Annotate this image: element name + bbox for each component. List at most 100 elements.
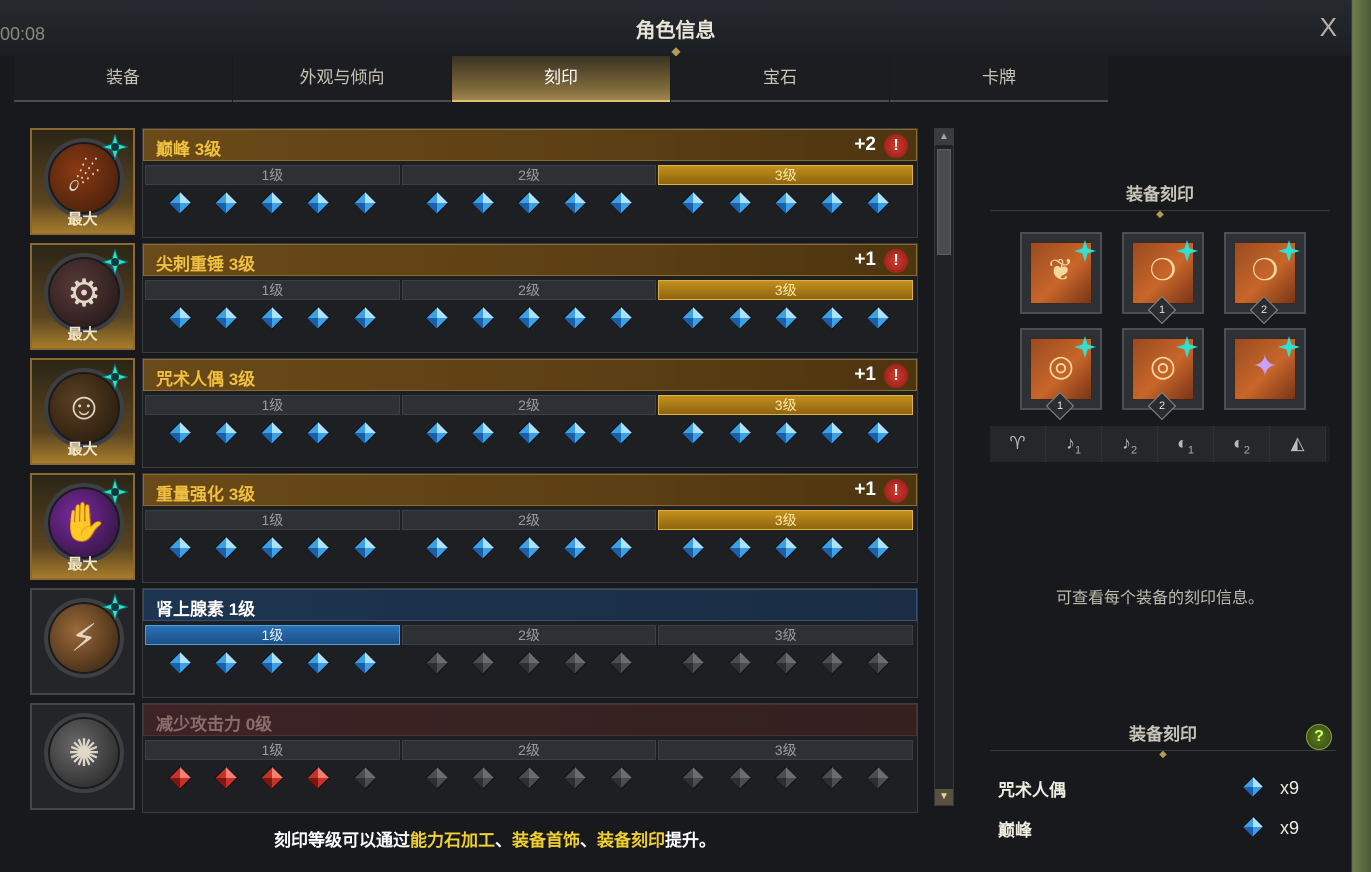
engraving-row[interactable]: ☄ 最大 巅峰 3级 +2! 1级 2级 3级 (30, 128, 918, 243)
tier-label: 2级 (401, 395, 657, 415)
blue-gem-icon (820, 421, 844, 445)
equipment-slot[interactable]: ◎ 1 (1020, 328, 1102, 421)
ring-filter-icon[interactable]: ◐2 (1214, 426, 1270, 462)
blue-gem-icon (681, 191, 706, 215)
engraving-tier: 2级 (401, 740, 657, 810)
blue-gem-icon (260, 651, 285, 675)
blue-gem-icon (517, 306, 541, 330)
tab-equipment[interactable]: 装备 (14, 56, 232, 102)
engraving-tiers: 1级 2级 3级 (145, 395, 915, 465)
empty-gem-icon (820, 766, 844, 790)
blue-gem-icon (471, 421, 495, 445)
engraving-tier: 3级 (658, 280, 914, 350)
blue-gem-icon (260, 191, 285, 215)
engraving-body: 咒术人偶 3级 +1! 1级 2级 3级 (142, 358, 918, 468)
attack-reduction-icon: ✺ (44, 713, 124, 793)
necklace-filter-icon[interactable]: ♈ (990, 426, 1046, 462)
blue-gem-icon (260, 421, 285, 445)
tier-gems (145, 185, 400, 215)
engraving-row[interactable]: ✋ 最大 重量强化 3级 +1! 1级 2级 3级 (30, 473, 918, 588)
tier-gems (145, 530, 400, 560)
engraving-name: 重量强化 3级 (156, 485, 256, 504)
blue-gem-icon (260, 306, 285, 330)
engraving-star-icon (1278, 336, 1300, 358)
ring-filter-icon[interactable]: ◐1 (1158, 426, 1214, 462)
tab-engraving[interactable]: 刻印 (452, 56, 670, 102)
equipment-slot[interactable]: ❦ (1020, 232, 1102, 314)
engraving-star-icon (102, 594, 128, 620)
engraving-row[interactable]: ✺ 减少攻击力 0级 1级 2级 3级 (30, 703, 918, 818)
blue-gem-icon (214, 191, 238, 215)
engraving-tier: 2级 (401, 280, 657, 350)
max-badge: 最大 (67, 211, 98, 228)
alert-icon[interactable]: ! (884, 479, 908, 503)
blue-gem-icon (306, 536, 331, 560)
engraving-row[interactable]: ☺ 最大 咒术人偶 3级 +1! 1级 2级 3级 (30, 358, 918, 473)
blue-gem-icon (471, 306, 495, 330)
tier-label: 2级 (401, 280, 657, 300)
tab-appearance[interactable]: 外观与倾向 (233, 56, 451, 102)
tab-gems[interactable]: 宝石 (671, 56, 889, 102)
engraving-row[interactable]: ⚙ 最大 尖刺重锤 3级 +1! 1级 2级 3级 (30, 243, 918, 358)
scroll-down-button[interactable]: ▼ (935, 789, 953, 805)
blue-gem-icon (260, 536, 285, 560)
engraving-row[interactable]: ⚡ 肾上腺素 1级 1级 2级 3级 (30, 588, 918, 703)
blue-gem-icon (773, 306, 798, 330)
earring-filter-icon[interactable]: ♪1 (1046, 426, 1102, 462)
engraving-bonus: +1 (854, 364, 876, 385)
blue-gem-icon (214, 651, 238, 675)
blue-gem-icon (168, 421, 192, 445)
empty-gem-icon (727, 766, 752, 790)
footer-sep: 、 (580, 831, 597, 850)
blue-gem-icon (306, 651, 331, 675)
engraving-star-icon (102, 249, 128, 275)
scroll-up-button[interactable]: ▲ (935, 129, 953, 145)
earring-filter-icon[interactable]: ♪2 (1102, 426, 1158, 462)
alert-icon[interactable]: ! (884, 249, 908, 273)
engraving-name: 尖刺重锤 3级 (156, 255, 256, 274)
blue-gem-icon (214, 536, 238, 560)
equipment-slot[interactable]: ❍ 1 (1122, 232, 1204, 325)
tab-cards[interactable]: 卡牌 (890, 56, 1108, 102)
alert-icon[interactable]: ! (884, 134, 908, 158)
tier-gems (145, 415, 400, 445)
alert-icon[interactable]: ! (884, 364, 908, 388)
engraving-tier: 3级 (658, 510, 914, 580)
scrollbar[interactable]: ▲ ▼ (934, 128, 954, 806)
divider-ornament-icon: ◆ (990, 750, 1336, 762)
engraving-icon-frame: ⚙ 最大 (30, 243, 135, 350)
engraving-icon-frame: ✋ 最大 (30, 473, 135, 580)
equipment-slot[interactable]: ✦ (1224, 328, 1306, 410)
blue-gem-icon (214, 421, 238, 445)
engraving-star-icon (1074, 240, 1096, 262)
equipment-slot[interactable]: ❍ 2 (1224, 232, 1306, 325)
tier-gems (658, 300, 913, 330)
blue-gem-icon (866, 536, 890, 560)
stone-filter-icon[interactable]: ◭ (1270, 426, 1326, 462)
blue-gem-icon (727, 191, 752, 215)
engraving-header: 减少攻击力 0级 (143, 704, 917, 736)
tier-gems (402, 300, 657, 330)
scroll-thumb[interactable] (937, 149, 951, 255)
engraving-tier: 2级 (401, 395, 657, 465)
engraving-glyph: ⚙ (66, 273, 102, 315)
blue-gem-icon (168, 536, 192, 560)
help-button[interactable]: ? (1306, 724, 1332, 750)
tier-label: 3级 (658, 165, 914, 185)
empty-gem-icon (425, 651, 449, 675)
timer-text: 00:08 (0, 24, 46, 44)
engraving-body: 重量强化 3级 +1! 1级 2级 3级 (142, 473, 918, 583)
blue-gem-icon (609, 191, 633, 215)
max-badge: 最大 (67, 556, 98, 573)
tier-gems (402, 530, 657, 560)
close-button[interactable]: X (1320, 12, 1337, 43)
engraving-header: 尖刺重锤 3级 +1! (143, 244, 917, 276)
summary-engraving-name: 巅峰 (998, 821, 1032, 840)
equipment-slot[interactable]: ◎ 2 (1122, 328, 1204, 421)
blue-gem-icon (866, 306, 890, 330)
engraving-list: ☄ 最大 巅峰 3级 +2! 1级 2级 3级 ⚙ 最大 尖刺重锤 3级 +1 … (30, 128, 918, 818)
filter-index: 1 (1074, 444, 1082, 457)
tier-gems (145, 300, 400, 330)
filter-index: 2 (1130, 444, 1138, 457)
tier-label: 2级 (401, 165, 657, 185)
